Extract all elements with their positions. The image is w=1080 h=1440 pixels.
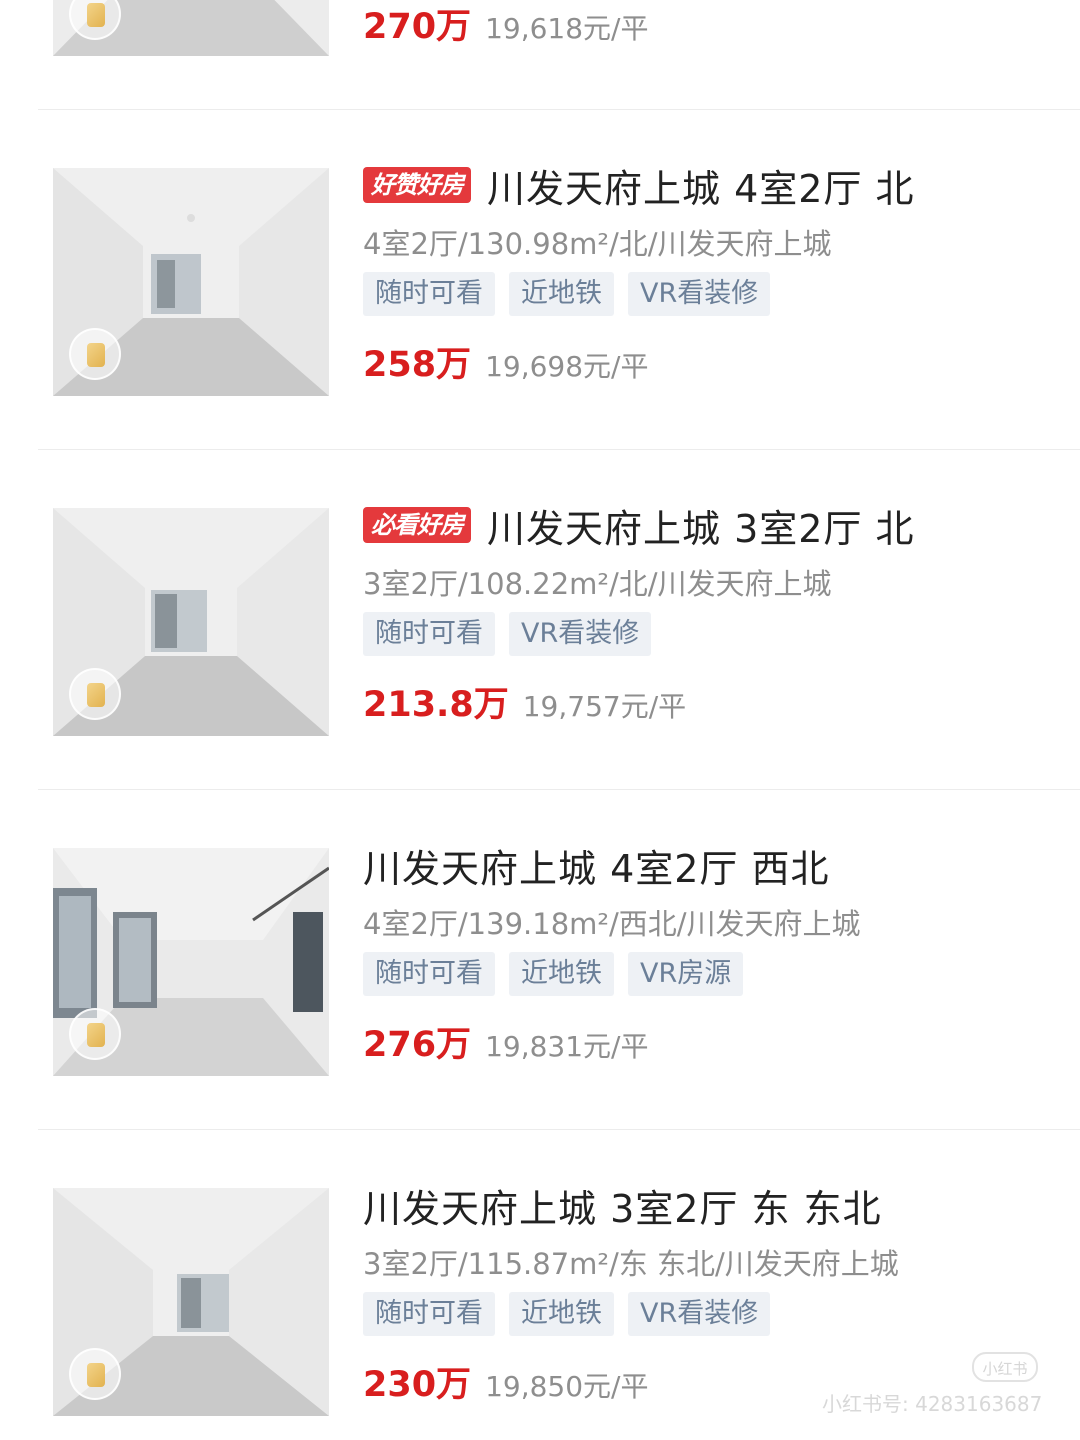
listing-title[interactable]: 川发天府上城 4室2厅 北 (487, 158, 915, 213)
listing-unit-price: 19,850元/平 (485, 1370, 649, 1403)
listing-price: 230万 (363, 1365, 472, 1405)
listing-specs: 3室2厅/115.87m²/东 东北/川发天府上城 (363, 1247, 899, 1281)
feature-tag: 随时可看 (363, 1292, 495, 1336)
listing-title[interactable]: 川发天府上城 3室2厅 东 东北 (363, 1178, 882, 1233)
listing-photo[interactable] (53, 508, 329, 736)
listing-unit-price: 19,618元/平 (485, 12, 649, 45)
listing-specs: 4室2厅/139.18m²/西北/川发天府上城 (363, 907, 861, 941)
divider (38, 109, 1080, 110)
listing-unit-price: 19,757元/平 (522, 690, 687, 723)
listing-specs: 3室2厅/108.22m²/北/川发天府上城 (363, 567, 832, 601)
listing-unit-price: 19,831元/平 (485, 1030, 649, 1063)
listing-price: 276万 (363, 1025, 472, 1065)
watermark-logo: 小红书 (972, 1352, 1038, 1382)
feature-tag: VR看装修 (509, 612, 652, 656)
listing-price: 258万 (363, 345, 472, 385)
listing-photo[interactable] (53, 0, 329, 56)
listing-title[interactable]: 川发天府上城 3室2厅 北 (487, 498, 915, 553)
feature-tag: 近地铁 (509, 1292, 614, 1336)
listing-price: 270万 (363, 7, 472, 47)
feature-tag: 随时可看 (363, 952, 495, 996)
promo-badge: 必看好房 (363, 507, 471, 543)
feature-tag: 随时可看 (363, 612, 495, 656)
divider (38, 789, 1080, 790)
feature-tag: 随时可看 (363, 272, 495, 316)
feature-tag: VR房源 (628, 952, 744, 996)
listing-photo[interactable] (53, 848, 329, 1076)
vr-photo-icon (69, 328, 121, 380)
listing-photo[interactable] (53, 168, 329, 396)
feature-tag: VR看装修 (628, 272, 771, 316)
vr-photo-icon (69, 668, 121, 720)
divider (38, 449, 1080, 450)
listing-price: 213.8万 (363, 685, 509, 725)
promo-badge: 好赞好房 (363, 167, 471, 203)
feature-tag: VR看装修 (628, 1292, 771, 1336)
divider (38, 1129, 1080, 1130)
listing-photo[interactable] (53, 1188, 329, 1416)
vr-photo-icon (69, 1348, 121, 1400)
vr-photo-icon (69, 1008, 121, 1060)
listing-specs: 4室2厅/130.98m²/北/川发天府上城 (363, 227, 832, 261)
listing-title[interactable]: 川发天府上城 4室2厅 西北 (363, 838, 830, 893)
listing-unit-price: 19,698元/平 (485, 350, 649, 383)
feature-tag: 近地铁 (509, 272, 614, 316)
feature-tag: 近地铁 (509, 952, 614, 996)
watermark-text: 小红书号: 4283163687 (822, 1392, 1043, 1416)
